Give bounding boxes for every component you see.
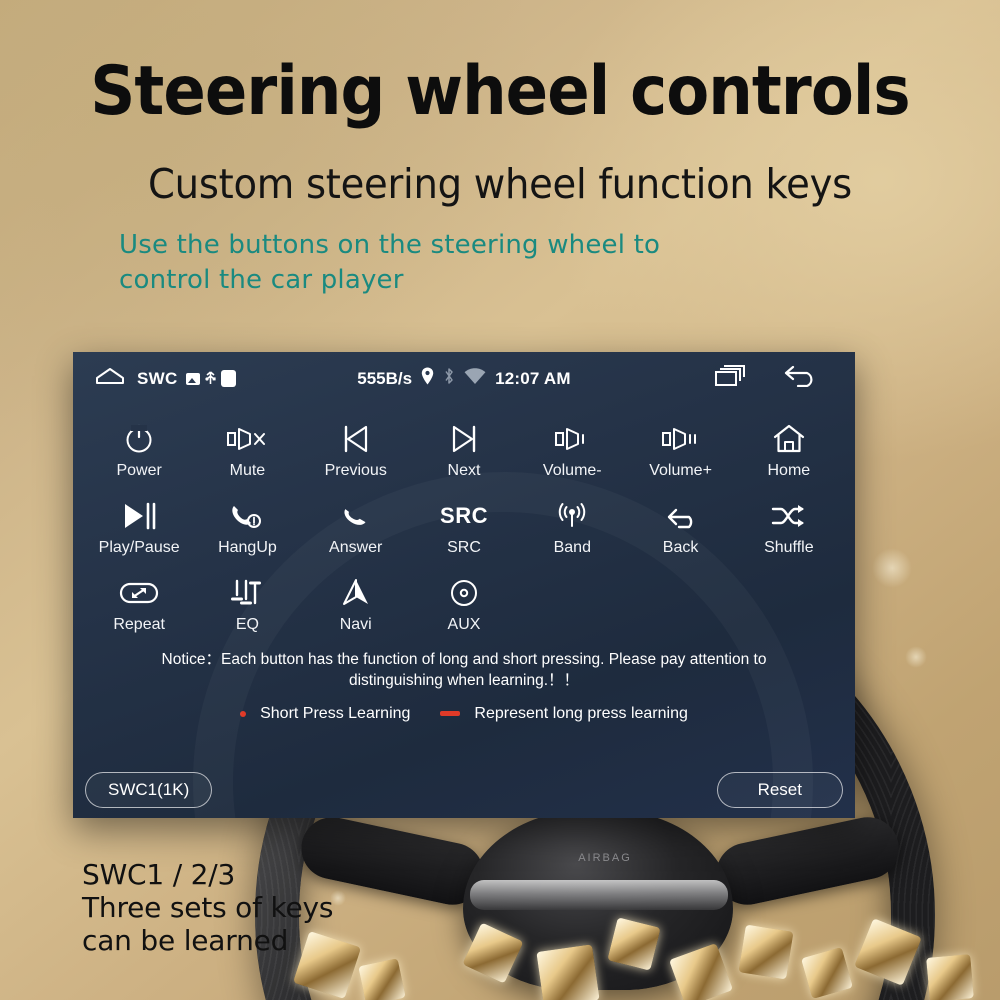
key-label: Answer <box>329 539 383 556</box>
home-outline-icon[interactable] <box>95 367 125 390</box>
radio-band-icon <box>552 496 592 536</box>
key-label: Shuffle <box>764 539 814 556</box>
steering-wheel-hub <box>463 810 733 990</box>
next-track-icon <box>446 419 482 459</box>
key-mute[interactable]: Mute <box>193 411 301 486</box>
picture-icon <box>185 372 200 385</box>
page-subtitle: Custom steering wheel function keys <box>148 160 852 208</box>
android-status-bar: SWC 555B/s 12:07 AM <box>73 352 855 405</box>
key-play-pause[interactable]: Play/Pause <box>85 488 193 563</box>
key-home[interactable]: Home <box>735 411 843 486</box>
short-press-label: Short Press Learning <box>260 704 411 722</box>
airbag-label: AIRBAG <box>578 852 632 864</box>
long-press-marker-icon <box>440 711 461 717</box>
key-answer[interactable]: Answer <box>302 488 410 563</box>
description-line-1: Use the buttons on the steering wheel to <box>119 230 661 260</box>
usb-icon <box>204 368 216 389</box>
key-label: AUX <box>447 616 481 633</box>
network-speed: 555B/s <box>357 368 413 388</box>
answer-phone-icon <box>338 496 374 536</box>
key-label: Navi <box>339 616 372 633</box>
key-back[interactable]: Back <box>626 488 734 563</box>
status-clock: 12:07 AM <box>495 368 571 388</box>
equalizer-icon <box>229 573 265 613</box>
key-label: Volume- <box>542 462 602 479</box>
key-repeat[interactable]: Repeat <box>85 565 193 640</box>
head-unit-screen: SWC 555B/s 12:07 AM Power Mute Previous … <box>73 352 855 818</box>
short-press-marker-icon <box>240 710 247 717</box>
power-icon <box>122 419 156 459</box>
key-power[interactable]: Power <box>85 411 193 486</box>
footnote-line-2: Three sets of keys <box>82 891 334 925</box>
hangup-phone-icon <box>227 496 267 536</box>
hub-chrome-trim <box>470 880 728 910</box>
volume-up-icon <box>659 419 703 459</box>
steering-wheel-spoke-right <box>710 811 905 911</box>
previous-track-icon <box>338 419 374 459</box>
location-pin-icon <box>421 367 434 390</box>
key-label: Previous <box>324 462 387 479</box>
panel-bottom-bar: SWC1(1K) Reset <box>73 762 855 818</box>
key-label: Home <box>767 462 811 479</box>
long-press-label: Represent long press learning <box>474 704 688 722</box>
key-hangup[interactable]: HangUp <box>193 488 301 563</box>
key-label: Volume+ <box>649 462 712 479</box>
recent-apps-icon[interactable] <box>715 365 745 392</box>
back-icon <box>661 496 701 536</box>
home-icon <box>771 419 807 459</box>
key-previous[interactable]: Previous <box>302 411 410 486</box>
description-line-2: control the car player <box>119 265 404 296</box>
key-next[interactable]: Next <box>410 411 518 486</box>
footnote: SWC1 / 2/3 Three sets of keys can be lea… <box>82 858 502 957</box>
footnote-line-3: can be learned <box>82 924 289 958</box>
key-eq[interactable]: EQ <box>193 565 301 640</box>
repeat-icon <box>118 573 160 613</box>
notice-line-1: Notice：Each button has the function of l… <box>161 651 767 668</box>
key-navi[interactable]: Navi <box>302 565 410 640</box>
key-volume-up[interactable]: Volume+ <box>626 411 734 486</box>
notice-text: Notice：Each button has the function of l… <box>107 650 821 692</box>
status-app-label: SWC <box>137 368 178 388</box>
bluetooth-icon <box>443 367 455 390</box>
key-label: Back <box>662 539 699 556</box>
key-label: SRC <box>447 539 481 556</box>
key-label: EQ <box>235 616 259 633</box>
key-src[interactable]: SRC SRC <box>410 488 518 563</box>
back-arrow-icon[interactable] <box>783 365 817 392</box>
press-legend: Short Press Learning Represent long pres… <box>73 705 855 723</box>
navigation-icon <box>338 573 374 613</box>
shuffle-icon <box>769 496 809 536</box>
reset-button[interactable]: Reset <box>716 772 843 808</box>
key-label: Band <box>553 539 591 556</box>
swc-preset-button[interactable]: SWC1(1K) <box>85 772 213 808</box>
key-band[interactable]: Band <box>518 488 626 563</box>
page-title: Steering wheel controls <box>90 52 910 131</box>
key-volume-down[interactable]: Volume- <box>518 411 626 486</box>
function-key-grid: Power Mute Previous Next Volume- Volume+… <box>73 405 855 640</box>
page-description: Use the buttons on the steering wheel to… <box>119 228 759 298</box>
src-glyph-text: SRC <box>440 503 488 528</box>
source-text-icon: SRC <box>440 496 488 536</box>
key-aux[interactable]: AUX <box>410 565 518 640</box>
aux-disc-icon <box>447 573 481 613</box>
mute-icon <box>225 419 269 459</box>
key-label: Mute <box>229 462 266 479</box>
key-label: Repeat <box>113 616 165 633</box>
footnote-line-1: SWC1 / 2/3 <box>82 858 236 891</box>
volume-down-icon <box>552 419 592 459</box>
key-label: Play/Pause <box>98 539 180 556</box>
notice-line-2: distinguishing when learning.！！ <box>348 671 580 689</box>
key-label: Next <box>447 462 481 479</box>
play-pause-icon <box>119 496 159 536</box>
key-label: HangUp <box>218 539 277 556</box>
key-shuffle[interactable]: Shuffle <box>735 488 843 563</box>
sdcard-icon <box>220 370 236 387</box>
key-label: Power <box>116 462 162 479</box>
wifi-icon <box>464 367 486 390</box>
